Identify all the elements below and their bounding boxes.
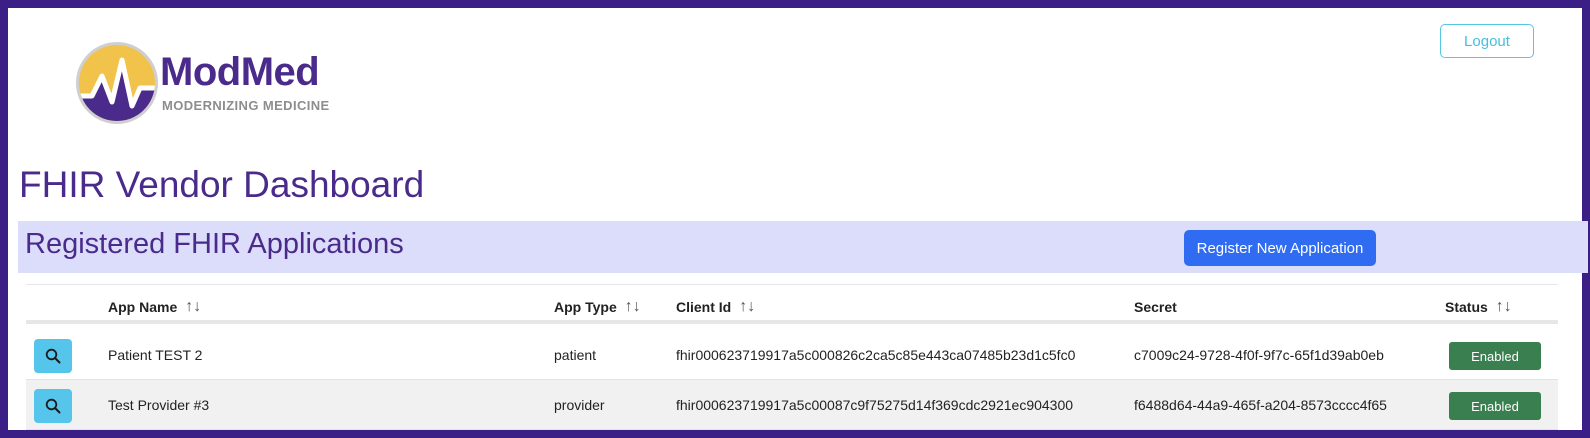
client-id-cell: fhir000623719917a5c000826c2ca5c85e443ca0… xyxy=(676,347,1076,363)
column-label: App Type xyxy=(554,299,617,315)
view-app-button[interactable] xyxy=(34,339,72,373)
logo-tagline: MODERNIZING MEDICINE xyxy=(162,98,330,113)
sort-icon[interactable]: ↑↓ xyxy=(625,299,641,315)
column-header-app-type[interactable]: App Type ↑↓ xyxy=(554,299,641,316)
logo-wordmark: ModMed xyxy=(160,50,320,94)
app-name-cell: Patient TEST 2 xyxy=(108,347,203,363)
app-type-cell: provider xyxy=(554,397,605,413)
applications-table: App Name ↑↓ App Type ↑↓ Client Id ↑↓ Sec… xyxy=(18,284,1560,434)
secret-cell: f6488d64-44a9-465f-a204-8573cccc4f65 xyxy=(1134,397,1387,413)
column-label: Client Id xyxy=(676,299,732,315)
modmed-logo: ModMed MODERNIZING MEDICINE xyxy=(74,40,374,130)
column-header-secret: Secret xyxy=(1134,299,1177,315)
view-app-button[interactable] xyxy=(34,389,72,423)
logout-button[interactable]: Logout xyxy=(1440,24,1534,58)
app-name-cell: Test Provider #3 xyxy=(108,397,210,413)
table-row: Patient TEST 2 patient fhir000623719917a… xyxy=(26,330,1558,380)
table-header: App Name ↑↓ App Type ↑↓ Client Id ↑↓ Sec… xyxy=(26,284,1558,324)
column-header-status[interactable]: Status ↑↓ xyxy=(1445,299,1512,316)
search-icon xyxy=(45,348,61,364)
sort-icon[interactable]: ↑↓ xyxy=(1496,299,1512,315)
search-icon xyxy=(45,398,61,414)
table-row: Test Provider #3 provider fhir0006237199… xyxy=(26,380,1558,430)
sort-icon[interactable]: ↑↓ xyxy=(185,299,201,315)
logo-mark-icon xyxy=(76,42,158,124)
column-header-client-id[interactable]: Client Id ↑↓ xyxy=(676,299,755,316)
column-label: App Name xyxy=(108,299,178,315)
secret-cell: c7009c24-9728-4f0f-9f7c-65f1d39ab0eb xyxy=(1134,347,1384,363)
section-title: Registered FHIR Applications xyxy=(25,228,404,260)
status-badge: Enabled xyxy=(1449,342,1541,370)
page-title: FHIR Vendor Dashboard xyxy=(19,164,425,205)
app-frame: ModMed MODERNIZING MEDICINE Logout FHIR … xyxy=(0,0,1590,438)
column-label: Status xyxy=(1445,299,1488,315)
column-header-app-name[interactable]: App Name ↑↓ xyxy=(108,299,201,316)
sort-icon[interactable]: ↑↓ xyxy=(739,299,755,315)
client-id-cell: fhir000623719917a5c00087c9f75275d14f369c… xyxy=(676,397,1074,413)
column-label: Secret xyxy=(1134,299,1177,315)
register-new-application-button[interactable]: Register New Application xyxy=(1184,230,1376,266)
status-badge: Enabled xyxy=(1449,392,1541,420)
app-type-cell: patient xyxy=(554,347,597,363)
